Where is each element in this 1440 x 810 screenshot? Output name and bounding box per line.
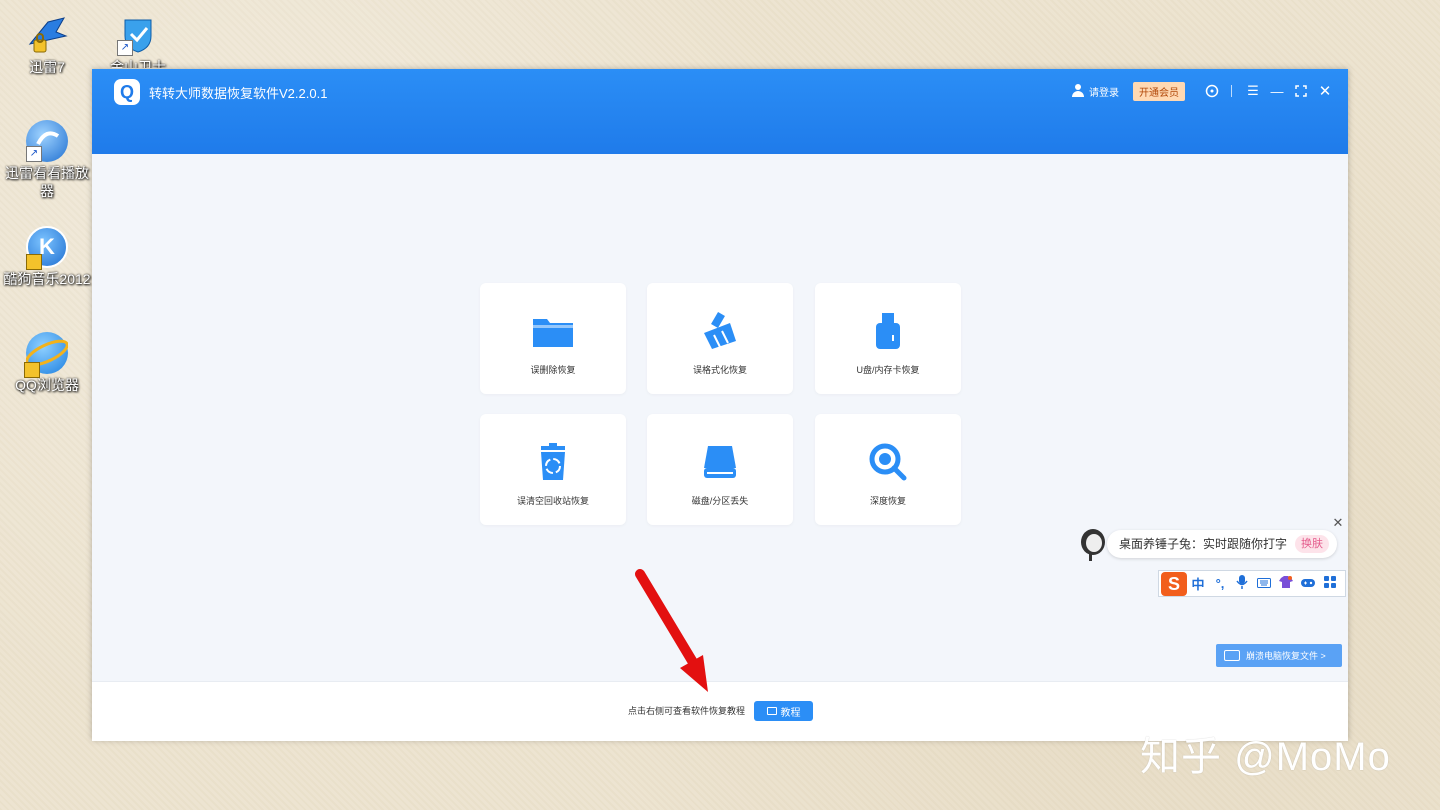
desktop-icon-jinshan[interactable]: ↗ 金山卫士 [92,14,184,68]
card-label: 误删除恢复 [530,365,576,375]
ime-mode-chinese[interactable]: 中 [1187,574,1209,593]
xunlei-bird-icon [26,14,68,56]
card-recycle-bin-recovery[interactable]: 误清空回收站恢复 [480,414,626,525]
title-bar-controls: 请登录 开通会员 ☰ — ✕ [1071,81,1336,101]
card-disk-partition-recovery[interactable]: 磁盘/分区丢失 [647,414,793,525]
card-deep-recovery[interactable]: 深度恢复 [815,414,961,525]
sogou-logo-icon[interactable]: S [1161,571,1187,596]
card-label: 磁盘/分区丢失 [691,496,749,506]
kugou-k-icon: K [26,226,68,270]
customer-service-icon[interactable] [1201,81,1223,101]
card-usb-recovery[interactable]: U盘/内存卡恢复 [815,283,961,394]
card-label: U盘/内存卡恢复 [856,365,920,375]
app-window: Q 转转大师数据恢复软件V2.2.0.1 请登录 开通会员 ☰ — ✕ 误删除恢… [92,69,1348,741]
shortcut-arrow-icon: ↗ [117,40,133,56]
skin-shirt-icon[interactable] [1275,576,1297,591]
crashed-pc-recovery-label: 崩溃电脑恢复文件 > [1246,651,1326,661]
card-label: 误清空回收站恢复 [516,496,589,506]
folder-icon [533,311,573,351]
title-bar: Q 转转大师数据恢复软件V2.2.0.1 请登录 开通会员 ☰ — ✕ [92,69,1348,154]
shield-icon: ↗ [117,14,159,56]
desktop-icon-label: 迅雷7 [29,59,65,75]
ime-tip-bubble: 桌面养锤子兔：实时跟随你打字 换肤 [1107,530,1337,558]
card-format-recovery[interactable]: 误格式化恢复 [647,283,793,394]
tutorial-button[interactable]: 教程 [754,701,813,721]
ime-toolbar[interactable]: S 中 °, [1158,570,1346,597]
ime-tip-text: 桌面养锤子兔：实时跟随你打字 [1119,537,1288,551]
desktop-icon-xunlei-player[interactable]: ↗ 迅雷看看播放器 [1,120,93,200]
tutorial-hint: 点击右侧可查看软件恢复教程 [628,706,746,716]
recycle-bin-icon [533,442,573,482]
login-button[interactable]: 请登录 [1071,84,1119,99]
desktop-icon-qq-browser[interactable]: QQ浏览器 [1,332,93,394]
keyboard-icon[interactable] [1253,576,1275,591]
desktop-icon-kugou[interactable]: K 酷狗音乐2012 [1,226,93,288]
card-deleted-recovery[interactable]: 误删除恢复 [480,283,626,394]
zhihu-watermark: 知乎 @MoMo [1140,735,1391,779]
tutorial-label: 教程 [780,707,801,719]
crashed-pc-recovery-link[interactable]: 崩溃电脑恢复文件 > [1216,644,1342,667]
qq-browser-icon [24,332,69,378]
desktop-icon-xunlei7[interactable]: 迅雷7 [1,14,93,76]
monitor-icon [1224,650,1240,661]
ime-tip[interactable]: 桌面养锤子兔：实时跟随你打字 换肤 [1077,527,1337,561]
login-label: 请登录 [1089,87,1119,99]
desktop-icon-label: QQ浏览器 [15,377,79,393]
desktop-icon-label: 金山卫士 [110,59,166,68]
rabbit-mascot-icon [1077,526,1107,562]
ime-punctuation[interactable]: °, [1209,576,1231,591]
deep-scan-icon [868,442,908,482]
app-title: 转转大师数据恢复软件V2.2.0.1 [149,86,328,101]
microphone-icon[interactable] [1231,575,1253,592]
user-icon [1071,84,1085,98]
hard-disk-icon [700,442,740,482]
usb-drive-icon [868,311,908,351]
menu-icon[interactable]: ☰ [1242,81,1264,101]
book-icon [766,707,777,715]
app-logo-icon: Q [114,79,140,105]
gamepad-icon[interactable] [1297,576,1319,591]
desktop-icon-label: 迅雷看看播放器 [5,165,89,199]
divider [1231,85,1232,97]
desktop-icon-label: 酷狗音乐2012 [3,271,91,287]
close-icon[interactable]: ✕ [1314,81,1336,101]
maximize-icon[interactable] [1290,81,1312,101]
apps-grid-icon[interactable] [1319,576,1341,591]
shortcut-arrow-icon: ↗ [26,146,42,162]
player-icon: ↗ [26,120,68,162]
broom-icon [700,311,740,351]
card-label: 误格式化恢复 [692,365,747,375]
ime-skin-button[interactable]: 换肤 [1295,535,1329,553]
minimize-icon[interactable]: — [1266,81,1288,101]
card-label: 深度恢复 [869,496,906,506]
vip-button[interactable]: 开通会员 [1133,81,1185,101]
